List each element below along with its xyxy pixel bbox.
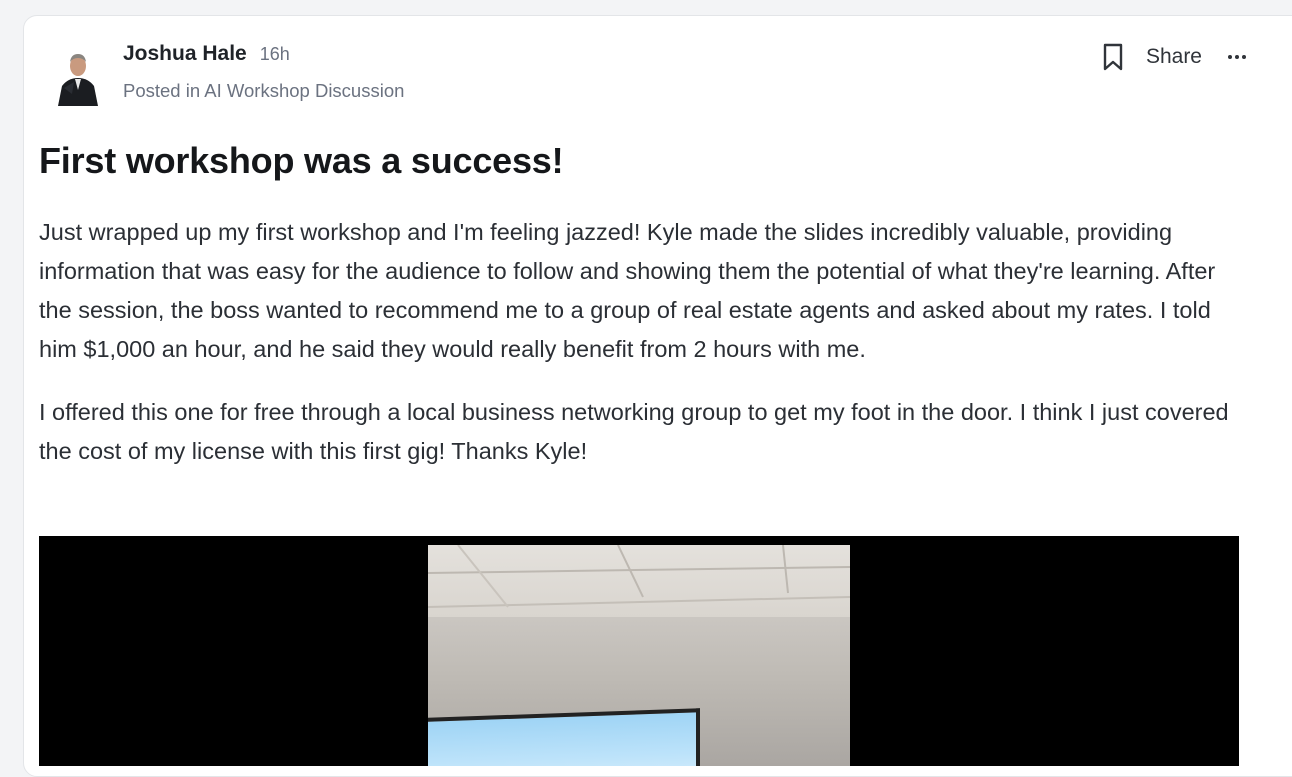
projector-screen [428, 708, 700, 766]
workshop-photo [428, 545, 850, 766]
more-dot [1235, 55, 1239, 59]
author-row: Joshua Hale 16h [123, 42, 290, 66]
post-paragraph: Just wrapped up my first workshop and I'… [39, 219, 1216, 362]
avatar-image [54, 42, 102, 106]
author-avatar[interactable] [54, 42, 102, 106]
post-actions: Share [1098, 40, 1252, 74]
post-media[interactable] [39, 536, 1239, 766]
post-timestamp[interactable]: 16h [260, 44, 290, 65]
more-horizontal-icon [1228, 55, 1232, 59]
bookmark-icon [1103, 43, 1123, 71]
author-name[interactable]: Joshua Hale [123, 42, 247, 66]
share-button[interactable]: Share [1146, 45, 1202, 69]
posted-in-category[interactable]: Posted in AI Workshop Discussion [123, 80, 404, 102]
post-paragraph: I offered this one for free through a lo… [39, 399, 1229, 464]
post-body: Just wrapped up my first workshop and I'… [39, 213, 1239, 495]
ceiling-grid [428, 545, 850, 608]
bookmark-button[interactable] [1098, 40, 1128, 74]
more-options-button[interactable] [1222, 42, 1252, 72]
post-title: First workshop was a success! [39, 140, 564, 181]
more-dot [1242, 55, 1246, 59]
